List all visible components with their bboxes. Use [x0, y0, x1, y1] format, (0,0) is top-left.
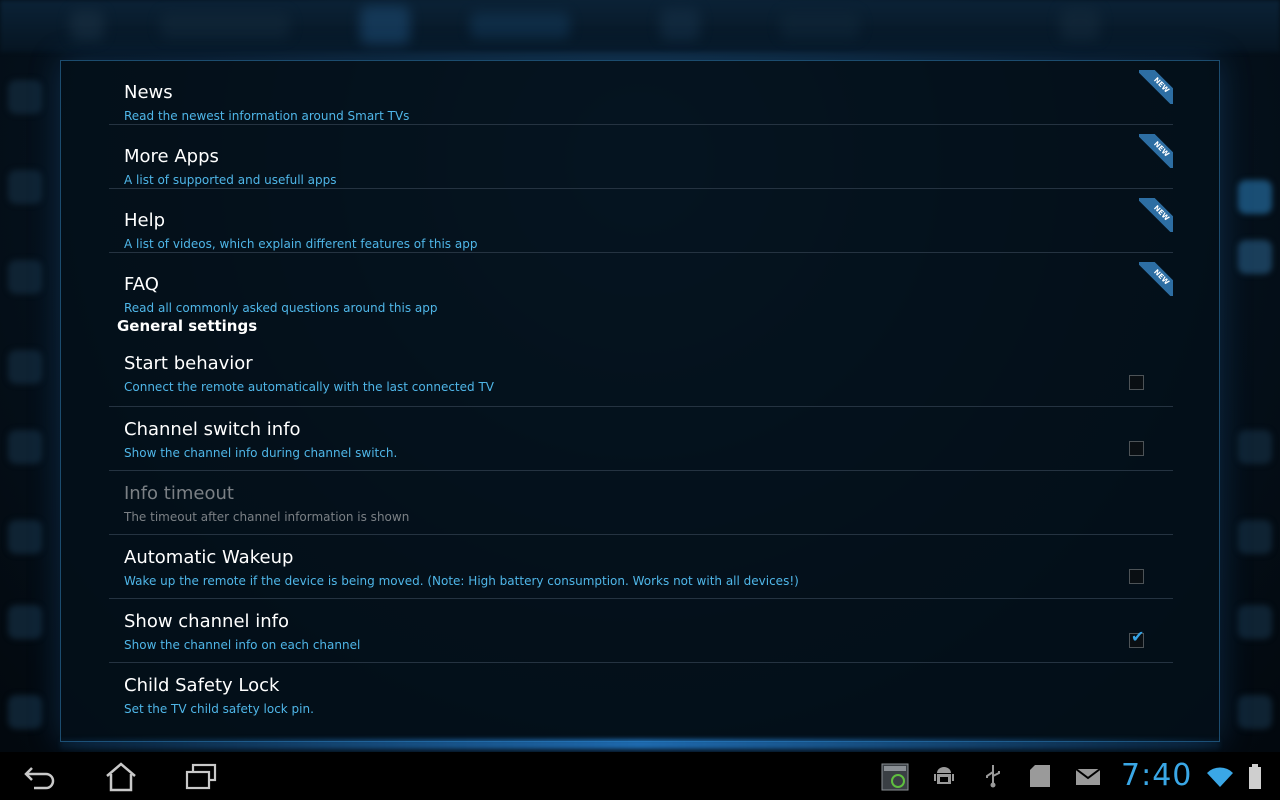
pref-summary: Set the TV child safety lock pin.	[124, 702, 314, 716]
wifi-icon	[1206, 766, 1234, 792]
show-channel-info-checkbox[interactable]: ✔	[1129, 629, 1144, 648]
pref-title: Start behavior	[124, 353, 253, 374]
usb-icon	[984, 764, 1002, 792]
back-icon	[24, 767, 55, 790]
automatic-wakeup-checkbox[interactable]	[1129, 569, 1144, 584]
battery-icon	[1248, 764, 1262, 794]
recent-apps-icon	[185, 763, 217, 790]
pref-info-timeout: Info timeout The timeout after channel i…	[109, 471, 1173, 535]
pref-summary: Show the channel info during channel swi…	[124, 446, 398, 460]
pref-start-behavior[interactable]: Start behavior Connect the remote automa…	[109, 343, 1173, 407]
background-app-blur	[780, 12, 860, 38]
settings-dialog: News Read the newest information around …	[60, 60, 1220, 742]
background-app-blur	[1060, 8, 1100, 40]
screenshot-icon	[881, 763, 909, 795]
pref-faq[interactable]: FAQ Read all commonly asked questions ar…	[109, 253, 1173, 317]
category-general-settings: General settings	[109, 317, 1173, 343]
background-app-blur	[470, 12, 570, 38]
background-app-blur	[160, 12, 290, 38]
pref-child-safety-lock[interactable]: Child Safety Lock Set the TV child safet…	[109, 663, 1173, 727]
background-app-blur	[70, 10, 104, 40]
pref-title: Automatic Wakeup	[124, 547, 294, 568]
pref-title: Channel switch info	[124, 419, 301, 440]
channel-switch-info-checkbox[interactable]	[1129, 441, 1144, 456]
pref-summary: A list of videos, which explain differen…	[124, 237, 478, 251]
back-button[interactable]	[22, 762, 58, 792]
background-app-blur	[660, 8, 700, 40]
pref-summary: A list of supported and usefull apps	[124, 173, 337, 187]
android-debug-icon	[933, 764, 955, 792]
background-sidebar-left	[0, 60, 60, 750]
pref-title: More Apps	[124, 146, 219, 167]
pref-title: Info timeout	[124, 483, 234, 504]
pref-summary: Wake up the remote if the device is bein…	[124, 574, 799, 588]
home-button[interactable]	[103, 762, 139, 792]
preference-list: News Read the newest information around …	[109, 61, 1173, 727]
sd-card-icon	[1029, 764, 1051, 792]
pref-title: Show channel info	[124, 611, 289, 632]
pref-show-channel-info[interactable]: Show channel info Show the channel info …	[109, 599, 1173, 663]
pref-more-apps[interactable]: More Apps A list of supported and useful…	[109, 125, 1173, 189]
screen: News Read the newest information around …	[0, 0, 1280, 800]
checkmark-icon: ✔	[1131, 627, 1145, 646]
home-icon	[106, 762, 136, 792]
pref-news[interactable]: News Read the newest information around …	[109, 61, 1173, 125]
pref-automatic-wakeup[interactable]: Automatic Wakeup Wake up the remote if t…	[109, 535, 1173, 599]
new-badge: NEW	[1139, 262, 1173, 296]
clock: 7:40	[1121, 758, 1193, 793]
pref-summary: Read the newest information around Smart…	[124, 109, 410, 123]
pref-channel-switch-info[interactable]: Channel switch info Show the channel inf…	[109, 407, 1173, 471]
background-sidebar-right	[1220, 60, 1280, 750]
system-bar: 7:40	[0, 752, 1280, 800]
start-behavior-checkbox[interactable]	[1129, 375, 1144, 390]
email-icon	[1075, 768, 1101, 790]
pref-title: Help	[124, 210, 166, 231]
new-badge: NEW	[1139, 134, 1173, 168]
category-header: General settings	[117, 317, 258, 335]
new-badge: NEW	[1139, 198, 1173, 232]
background-app-blur	[360, 6, 410, 44]
dialog-bottom-glow	[60, 739, 1220, 749]
recent-apps-button[interactable]	[184, 762, 220, 792]
pref-title: News	[124, 82, 173, 103]
pref-summary: Connect the remote automatically with th…	[124, 380, 494, 394]
pref-title: FAQ	[124, 274, 159, 295]
new-badge: NEW	[1139, 70, 1173, 104]
pref-summary: Read all commonly asked questions around…	[124, 301, 438, 315]
pref-title: Child Safety Lock	[124, 675, 280, 696]
pref-help[interactable]: Help A list of videos, which explain dif…	[109, 189, 1173, 253]
pref-summary: Show the channel info on each channel	[124, 638, 361, 652]
pref-summary: The timeout after channel information is…	[124, 510, 410, 524]
